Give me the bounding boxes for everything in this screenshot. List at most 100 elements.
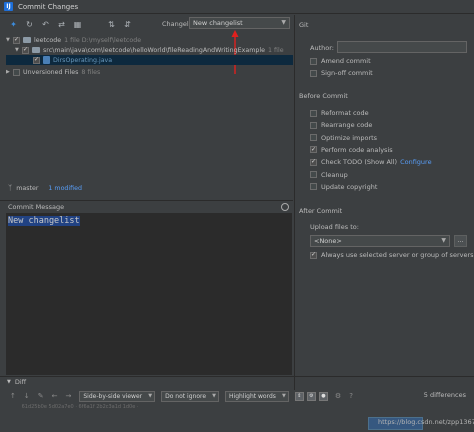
ignore-value: Do not ignore xyxy=(165,392,207,400)
branch-icon: ᛉ xyxy=(8,184,13,192)
git-section-title: Git xyxy=(299,21,309,29)
before-commit-checkbox[interactable] xyxy=(310,134,317,142)
author-input[interactable] xyxy=(337,41,467,53)
branch-bar: ᛉ master 1 modified xyxy=(0,182,293,194)
root-label: leetcode xyxy=(34,36,62,44)
diff-icon[interactable]: ⇄ xyxy=(56,19,67,30)
path-label: src\main\java\com\leetcode\helloWorld\fi… xyxy=(43,46,265,54)
before-commit-checkbox[interactable] xyxy=(310,183,317,191)
grid-icon[interactable]: ▦ xyxy=(72,19,83,30)
configure-link[interactable]: Configure xyxy=(400,158,432,166)
before-commit-option[interactable]: Rearrange code xyxy=(310,121,372,129)
diff-collapse-triangle-icon[interactable]: ▼ xyxy=(7,379,11,385)
collapsed-triangle-icon[interactable]: ▶ xyxy=(6,69,13,75)
upload-server-value: <None> xyxy=(314,237,342,245)
arrow-right-icon[interactable]: → xyxy=(66,392,72,400)
pin-icon[interactable]: ✦ xyxy=(8,19,19,30)
browse-servers-button[interactable]: ... xyxy=(454,235,467,247)
root-checkbox[interactable]: ✓ xyxy=(13,36,20,44)
undo-icon[interactable]: ↶ xyxy=(40,19,51,30)
expanded-triangle-icon[interactable]: ▼ xyxy=(15,47,22,53)
java-file-icon xyxy=(43,56,50,64)
collapse-all-icon[interactable]: ⇵ xyxy=(122,19,133,30)
folder-icon xyxy=(32,47,40,53)
before-commit-label: Reformat code xyxy=(321,109,369,117)
expand-all-icon[interactable]: ⇅ xyxy=(106,19,117,30)
always-use-option[interactable]: ✓ Always use selected server or group of… xyxy=(310,251,474,259)
arrow-left-icon[interactable]: ← xyxy=(52,392,58,400)
before-commit-checkbox[interactable] xyxy=(310,171,317,178)
tree-row-path[interactable]: ▼ ✓ src\main\java\com\leetcode\helloWorl… xyxy=(15,45,284,55)
history-clock-icon[interactable] xyxy=(281,203,289,211)
diff-toolbar: ↑ ↓ ✎ ← → Side-by-side viewer ▼ Do not i… xyxy=(0,388,474,404)
path-meta: 1 file xyxy=(267,46,284,54)
signoff-commit-option[interactable]: Sign-off commit xyxy=(310,69,373,77)
unversioned-meta: 8 files xyxy=(81,68,101,76)
edit-icon[interactable]: ✎ xyxy=(38,392,44,400)
diff-section-header[interactable]: ▼ Diff xyxy=(0,376,474,386)
refresh-icon[interactable]: ↻ xyxy=(24,19,35,30)
always-use-checkbox[interactable]: ✓ xyxy=(310,251,317,259)
before-commit-label: Cleanup xyxy=(321,170,348,179)
commit-message-header: Commit Message xyxy=(0,200,293,212)
options-panel: Git Author: Amend commit Sign-off commit… xyxy=(294,15,474,390)
signoff-commit-checkbox[interactable] xyxy=(310,69,317,77)
settings-icon[interactable]: ⚙ xyxy=(306,391,316,401)
amend-commit-checkbox[interactable] xyxy=(310,57,317,65)
signoff-commit-label: Sign-off commit xyxy=(321,69,373,77)
tree-row-file[interactable]: ✓ DirsOperating.java xyxy=(6,55,293,65)
lock-icon[interactable]: ● xyxy=(318,391,328,401)
arrow-down-icon[interactable]: ↓ xyxy=(24,392,30,400)
file-label: DirsOperating.java xyxy=(53,56,113,64)
upload-server-dropdown[interactable]: <None> ▼ xyxy=(310,235,450,247)
before-commit-label: Optimize imports xyxy=(321,133,378,142)
chevron-down-icon: ▼ xyxy=(212,392,217,399)
help-icon[interactable]: ? xyxy=(349,392,353,400)
modified-link[interactable]: 1 modified xyxy=(48,185,82,192)
before-commit-section-title: Before Commit xyxy=(299,92,348,100)
before-commit-option[interactable]: Update copyright xyxy=(310,183,377,191)
before-commit-option[interactable]: Cleanup xyxy=(310,171,348,179)
chevron-down-icon: ▼ xyxy=(282,392,286,399)
ignore-dropdown[interactable]: Do not ignore ▼ xyxy=(161,390,220,402)
chevron-down-icon: ▼ xyxy=(281,19,286,26)
window-title: Commit Changes xyxy=(18,2,79,11)
dialog-footer: ­ 61d25b0e 5d02a7e0 · 6f6a1f 2b2c3a1d 1d… xyxy=(0,404,474,432)
amend-commit-option[interactable]: Amend commit xyxy=(310,57,371,65)
before-commit-option[interactable]: Optimize imports xyxy=(310,134,377,142)
settings-gear-icon[interactable]: ⚙ xyxy=(335,392,341,400)
commit-message-editor[interactable]: New changelist xyxy=(6,213,292,375)
before-commit-checkbox[interactable] xyxy=(310,109,317,117)
arrow-up-icon[interactable]: ↑ xyxy=(10,392,16,400)
before-commit-label: Perform code analysis xyxy=(321,145,393,154)
tree-row-root[interactable]: ▼ ✓ leetcode 1 file D:\myself\leetcode xyxy=(6,35,141,45)
before-commit-checkbox[interactable] xyxy=(310,121,317,129)
viewer-dropdown[interactable]: Side-by-side viewer ▼ xyxy=(79,390,156,402)
file-checkbox[interactable]: ✓ xyxy=(33,56,40,64)
before-commit-checkbox[interactable]: ✓ xyxy=(310,158,317,166)
amend-commit-label: Amend commit xyxy=(321,57,371,65)
before-commit-label: Check TODO (Show All) xyxy=(321,158,398,167)
changelist-value: New changelist xyxy=(193,19,243,27)
before-commit-option[interactable]: ✓ Perform code analysis xyxy=(310,146,393,154)
tree-row-unversioned[interactable]: ▶ Unversioned Files 8 files xyxy=(6,67,100,77)
highlight-dropdown[interactable]: Highlight words ▼ xyxy=(225,390,289,402)
before-commit-label: Rearrange code xyxy=(321,121,373,130)
app-icon: IJ xyxy=(4,2,13,11)
changelist-dropdown[interactable]: New changelist ▼ xyxy=(189,17,290,29)
author-label: Author: xyxy=(310,44,334,52)
differences-count: 5 differences xyxy=(423,391,466,399)
before-commit-checkbox[interactable]: ✓ xyxy=(310,146,317,154)
path-checkbox[interactable]: ✓ xyxy=(22,46,29,54)
branch-name: master xyxy=(16,184,39,192)
sync-scroll-icon[interactable]: ⇕ xyxy=(294,391,304,401)
viewer-value: Side-by-side viewer xyxy=(83,392,143,400)
before-commit-option[interactable]: ✓ Check TODO (Show All) Configure xyxy=(310,158,432,166)
always-use-label: Always use selected server or group of s… xyxy=(321,251,474,259)
before-commit-option[interactable]: Reformat code xyxy=(310,109,369,117)
commit-message-label: Commit Message xyxy=(8,202,65,211)
changes-tree: ▼ ✓ leetcode 1 file D:\myself\leetcode ▼… xyxy=(6,35,293,180)
diff-label: Diff xyxy=(14,377,27,386)
unversioned-checkbox[interactable] xyxy=(13,68,20,76)
expanded-triangle-icon[interactable]: ▼ xyxy=(6,37,13,43)
